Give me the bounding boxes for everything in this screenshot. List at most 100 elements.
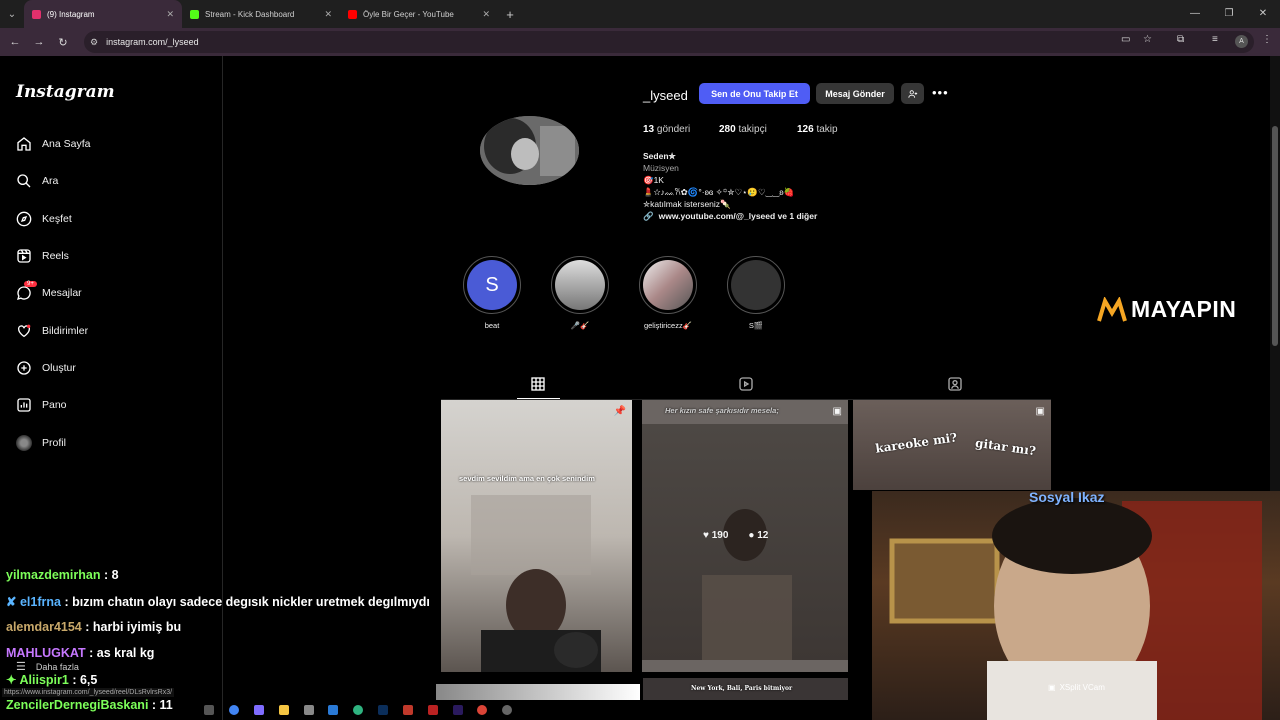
close-tab-icon[interactable]: ✕ bbox=[482, 9, 490, 20]
reels-tab-icon[interactable] bbox=[738, 376, 754, 392]
follow-back-button[interactable]: Sen de Onu Takip Et bbox=[699, 83, 810, 104]
highlight-beat[interactable]: S beat bbox=[462, 256, 522, 330]
posts-label: gönderi bbox=[656, 124, 691, 135]
bookmark-star-icon[interactable]: ☆ bbox=[1143, 34, 1152, 45]
app-taskbar-icon[interactable] bbox=[328, 705, 338, 715]
chat-message: yilmazdemirhan : 8 bbox=[6, 568, 119, 582]
sidebar-item-create[interactable]: Oluştur bbox=[16, 360, 76, 376]
sidebar-item-notifications[interactable]: Bildirimler bbox=[16, 323, 88, 339]
followers-stat[interactable]: 280 takipçi bbox=[719, 124, 767, 135]
highlight-gelistiricezz[interactable]: geliştiricezz🎸 bbox=[638, 256, 698, 330]
post-thumbnail[interactable]: New York, Bali, Paris bitmiyor bbox=[643, 678, 848, 700]
post-hover-stats: ♥ 190 ● 12 bbox=[703, 530, 768, 541]
sidebar-item-label: Reels bbox=[42, 250, 69, 262]
reel-icon: ▣ bbox=[832, 406, 842, 417]
vcam-icon: ▣ bbox=[1048, 683, 1056, 692]
sidebar-item-label: Ara bbox=[42, 175, 59, 187]
webcam-overlay: ▣ XSplit VCam bbox=[872, 491, 1280, 720]
close-tab-icon[interactable]: ✕ bbox=[324, 9, 332, 20]
chrome-active-taskbar-icon[interactable] bbox=[477, 705, 487, 715]
back-icon[interactable]: ← bbox=[3, 36, 27, 48]
post-caption-overlay: Her kızın safe şarkısıdır mesela; bbox=[665, 406, 779, 415]
profile-avatar-image[interactable] bbox=[480, 116, 579, 185]
chat-username: MAHLUGKAT bbox=[6, 646, 86, 660]
pinned-icon: 📌 bbox=[613, 406, 626, 417]
highlight-cover bbox=[731, 260, 781, 310]
heart-icon bbox=[18, 324, 31, 338]
app-taskbar-icon[interactable] bbox=[403, 705, 413, 715]
following-stat[interactable]: 126 takip bbox=[797, 124, 838, 135]
instagram-logo[interactable]: Instagram bbox=[16, 82, 115, 102]
window-controls: — ❐ ✕ bbox=[1178, 0, 1280, 28]
chat-text: : 6,5 bbox=[72, 673, 98, 687]
kick-favicon-icon bbox=[190, 9, 199, 19]
more-options-icon[interactable]: ••• bbox=[932, 85, 949, 100]
tab-kick[interactable]: Stream - Kick Dashboard ✕ bbox=[182, 0, 340, 28]
highlight-label: geliştiricezz🎸 bbox=[643, 321, 693, 330]
sidebar-item-search[interactable]: Ara bbox=[16, 173, 58, 189]
sidebar-item-profile[interactable]: Profil bbox=[16, 435, 66, 451]
comments-count: 12 bbox=[757, 530, 769, 541]
chat-text: : 11 bbox=[151, 698, 173, 712]
chrome-taskbar-icon[interactable] bbox=[229, 705, 239, 715]
premiere-taskbar-icon[interactable] bbox=[453, 705, 463, 715]
sidebar-item-home[interactable]: Ana Sayfa bbox=[16, 136, 90, 152]
explorer-taskbar-icon[interactable] bbox=[279, 705, 289, 715]
suggested-users-button[interactable] bbox=[901, 83, 924, 104]
post-thumbnail[interactable]: Her kızın safe şarkısıdır mesela; ▣ ♥ 19… bbox=[642, 400, 848, 672]
address-bar[interactable]: ⚙ instagram.com/_lyseed bbox=[84, 31, 1254, 53]
posts-count: 13 bbox=[643, 124, 655, 135]
profile-link[interactable]: 🔗 www.youtube.com/@_lyseed ve 1 diğer bbox=[643, 211, 817, 222]
send-message-button[interactable]: Mesaj Gönder bbox=[816, 83, 894, 104]
sidebar-item-dashboard[interactable]: Pano bbox=[16, 397, 67, 413]
sidebar-item-explore[interactable]: Keşfet bbox=[16, 211, 72, 227]
vcam-text: XSplit VCam bbox=[1059, 683, 1105, 692]
photoshop-taskbar-icon[interactable] bbox=[378, 705, 388, 715]
task-view-icon[interactable] bbox=[204, 705, 214, 715]
post-caption-overlay: gitar mı? bbox=[974, 435, 1037, 459]
sidebar-item-messages[interactable]: 9+ Mesajlar bbox=[16, 281, 82, 301]
reload-icon[interactable]: ↻ bbox=[51, 36, 75, 49]
link-icon: 🔗 bbox=[643, 211, 654, 221]
sidebar-item-label: Oluştur bbox=[42, 362, 76, 374]
profile-avatar[interactable]: A bbox=[1235, 35, 1248, 48]
app-taskbar-icon[interactable] bbox=[502, 705, 512, 715]
forward-icon[interactable]: → bbox=[27, 36, 51, 48]
following-label: takip bbox=[816, 124, 838, 135]
app-taskbar-icon[interactable] bbox=[304, 705, 314, 715]
chat-text: : harbi iyimiş bu bbox=[85, 620, 182, 634]
tagged-icon[interactable] bbox=[947, 376, 963, 392]
diamond-icon: ✦ bbox=[6, 673, 17, 687]
post-thumbnail[interactable]: sevdim sevildim ama en çok senindim 📌 bbox=[441, 400, 632, 672]
post-thumbnail[interactable]: kareoke mi? gitar mı? ▣ bbox=[853, 400, 1051, 490]
highlight-music[interactable]: 🎤🎸 bbox=[550, 256, 610, 330]
highlight-s[interactable]: S🎬 bbox=[726, 256, 786, 330]
post-caption-overlay: kareoke mi? bbox=[874, 430, 959, 456]
posts-stat: 13 gönderi bbox=[643, 124, 690, 135]
menu-icon[interactable]: ⋮ bbox=[1262, 34, 1272, 45]
chat-message: ZencilerDernegiBaskani : 11 bbox=[6, 698, 173, 712]
new-tab-button[interactable]: + bbox=[498, 7, 522, 22]
sidebar-item-reels[interactable]: Reels bbox=[16, 248, 69, 264]
post-thumbnail[interactable] bbox=[436, 684, 640, 700]
close-tab-icon[interactable]: ✕ bbox=[166, 9, 174, 20]
app-taskbar-icon[interactable] bbox=[254, 705, 264, 715]
extensions-icon[interactable]: ⧉ bbox=[1177, 34, 1184, 45]
highlight-cover bbox=[555, 260, 605, 310]
tab-search-chevron-icon[interactable]: ⌄ bbox=[0, 0, 24, 28]
browser-toolbar: ← → ↻ ⚙ instagram.com/_lyseed ▭ ☆ ⧉ ≡ A … bbox=[0, 28, 1280, 56]
media-icon[interactable]: ≡ bbox=[1212, 34, 1218, 45]
tab-instagram[interactable]: (9) Instagram ✕ bbox=[24, 0, 182, 28]
site-info-icon[interactable]: ⚙ bbox=[90, 37, 98, 48]
close-window-icon[interactable]: ✕ bbox=[1246, 0, 1280, 28]
install-app-icon[interactable]: ▭ bbox=[1121, 34, 1130, 45]
edge-taskbar-icon[interactable] bbox=[353, 705, 363, 715]
reels-icon bbox=[17, 249, 31, 263]
home-icon bbox=[17, 137, 31, 151]
grid-icon[interactable] bbox=[530, 376, 546, 392]
minimize-icon[interactable]: — bbox=[1178, 0, 1212, 28]
scroll-thumb[interactable] bbox=[1272, 126, 1278, 346]
restore-icon[interactable]: ❐ bbox=[1212, 0, 1246, 28]
tab-youtube[interactable]: Öyle Bir Geçer - YouTube ✕ bbox=[340, 0, 498, 28]
app-taskbar-icon[interactable] bbox=[428, 705, 438, 715]
